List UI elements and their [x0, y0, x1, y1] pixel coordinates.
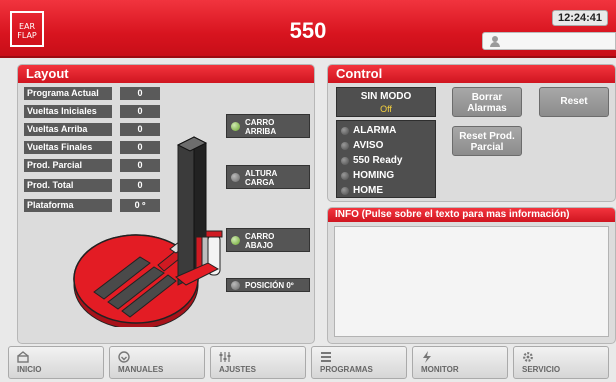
status-led-icon [341, 172, 349, 180]
lightning-icon [423, 351, 431, 363]
carro-abajo-indicator: CARRO ABAJO [226, 228, 310, 252]
layout-panel: Layout Programa Actual 0 Vueltas Inicial… [17, 64, 315, 344]
button-line-1: Borrar [471, 92, 503, 103]
logo-line-1: EAR [18, 22, 36, 31]
posicion-indicator: POSICIÓN 0º [226, 278, 310, 292]
info-panel-title[interactable]: INFO (Pulse sobre el texto para mas info… [328, 208, 615, 222]
manual-icon [118, 351, 130, 363]
status-led-icon [231, 173, 240, 182]
reset-button[interactable]: Reset [539, 87, 609, 117]
tag-line-2: CARGA [245, 178, 275, 187]
status-led-icon [341, 142, 349, 150]
altura-carga-indicator: ALTURA CARGA [226, 165, 310, 189]
status-led-icon [341, 157, 349, 165]
tag-line-1: ALTURA [245, 169, 278, 178]
nav-label: SERVICIO [522, 365, 561, 374]
status-item-alarma: ALARMA [337, 123, 435, 138]
nav-manuales-button[interactable]: MANUALES [109, 346, 205, 379]
tag-line-1: CARRO [245, 118, 275, 127]
control-panel-title: Control [328, 65, 615, 83]
tag-line-1: CARRO [245, 232, 275, 241]
clock: 12:24:41 [552, 10, 608, 26]
mode-display: SIN MODO Off [336, 87, 436, 117]
nav-servicio-button[interactable]: SERVICIO [513, 346, 609, 379]
status-list: ALARMA AVISO 550 Ready HOMING HOME [336, 120, 436, 198]
tag-line-2: ABAJO [245, 241, 274, 250]
tag-line-2: ARRIBA [245, 127, 277, 136]
control-panel: Control SIN MODO Off ALARMA AVISO 550 Re… [327, 64, 616, 202]
button-line-2: Alarmas [467, 103, 507, 114]
list-icon [321, 352, 331, 362]
tag-line-1: POSICIÓN 0º [245, 281, 294, 290]
status-item-homing: HOMING [337, 168, 435, 183]
brand-logo: EAR FLAP [10, 11, 44, 47]
gear-icon [523, 352, 533, 362]
logo-line-2: FLAP [17, 31, 37, 40]
button-line-2: Parcial [470, 142, 504, 153]
mode-label: SIN MODO [360, 91, 412, 102]
reset-prod-parcial-button[interactable]: Reset Prod. Parcial [452, 126, 522, 156]
info-panel: INFO (Pulse sobre el texto para mas info… [327, 207, 616, 344]
nav-inicio-button[interactable]: INICIO [8, 346, 104, 379]
status-item-aviso: AVISO [337, 138, 435, 153]
button-line-1: Reset Prod. [459, 131, 515, 142]
nav-ajustes-button[interactable]: AJUSTES [210, 346, 306, 379]
borrar-alarmas-button[interactable]: Borrar Alarmas [452, 87, 522, 117]
nav-label: PROGRAMAS [320, 365, 373, 374]
carro-arriba-indicator: CARRO ARRIBA [226, 114, 310, 138]
nav-label: INICIO [17, 365, 42, 374]
status-item-home: HOME [337, 183, 435, 198]
nav-monitor-button[interactable]: MONITOR [412, 346, 508, 379]
status-led-icon [231, 281, 240, 290]
nav-label: AJUSTES [219, 365, 256, 374]
info-text-area[interactable] [334, 226, 609, 337]
home-icon [17, 351, 29, 363]
bottom-nav: INICIO MANUALES AJUSTES PROGRAMAS MONITO… [0, 346, 616, 382]
status-item-ready: 550 Ready [337, 153, 435, 168]
status-led-icon [341, 187, 349, 195]
status-led-icon [231, 122, 240, 131]
user-login-button[interactable] [482, 32, 616, 50]
wrapper-machine-illustration [73, 136, 223, 327]
mode-sub: Off [380, 104, 392, 114]
nav-label: MONITOR [421, 365, 459, 374]
layout-panel-title: Layout [18, 65, 314, 83]
status-led-icon [231, 236, 240, 245]
machine-title: 550 [289, 18, 327, 43]
hmi-screen: EAR FLAP 550 12:24:41 Layout Programa Ac… [0, 0, 616, 382]
user-icon [490, 36, 500, 47]
sliders-icon [219, 352, 231, 362]
nav-label: MANUALES [118, 365, 164, 374]
header-bar: EAR FLAP 550 12:24:41 [0, 0, 616, 58]
nav-programas-button[interactable]: PROGRAMAS [311, 346, 407, 379]
status-led-icon [341, 127, 349, 135]
